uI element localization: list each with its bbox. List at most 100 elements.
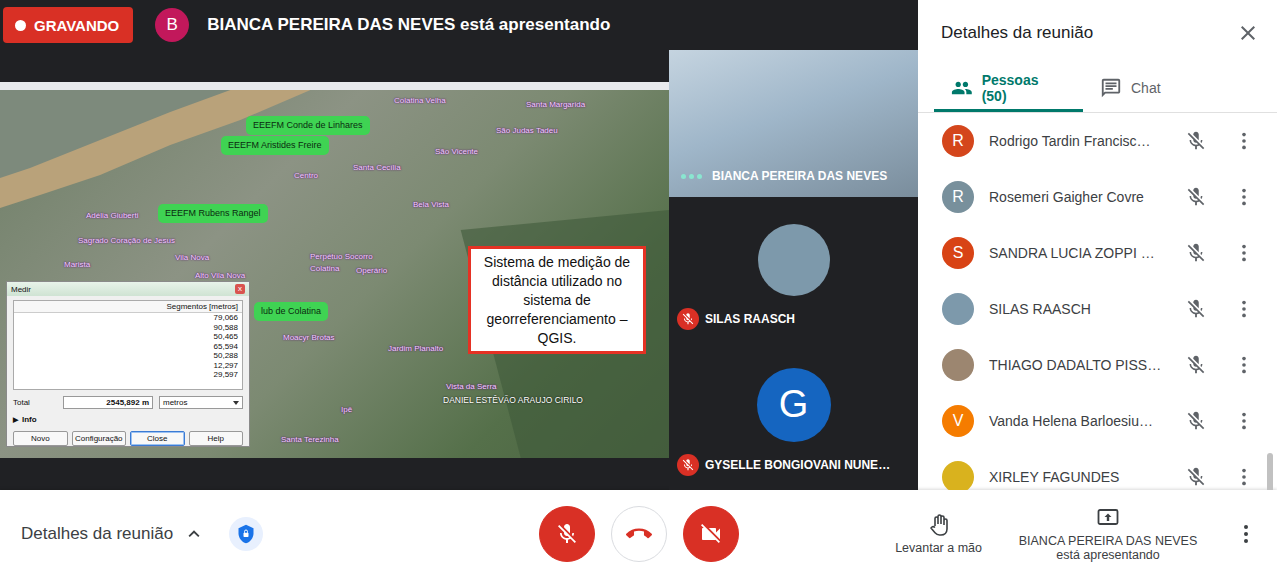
info-label: Info [22,415,37,424]
unit-select[interactable]: metros [159,396,243,409]
map-label: Colatina [310,264,339,274]
tile-label: SILAS RAASCH [677,308,914,330]
recording-label: GRAVANDO [34,17,119,34]
security-button[interactable] [229,517,263,551]
more-icon[interactable] [1233,242,1255,264]
recording-badge: GRAVANDO [3,7,133,43]
info-expander[interactable]: ▶ Info [13,415,243,424]
meeting-details-button[interactable]: Detalhes da reunião [21,523,205,545]
dialog-button[interactable]: Help [189,431,244,446]
more-icon[interactable] [1233,298,1255,320]
dialog-button[interactable]: Configuração [72,431,127,446]
person-row[interactable]: THIAGO DADALTO PISS… [918,337,1277,393]
map-label: EEEFM Rubens Rangel [158,204,268,223]
expander-icon: ▶ [13,415,18,424]
bottom-left: Detalhes da reunião [0,517,539,551]
map-label: Alto Vila Nova [195,271,245,281]
map-label: lub de Colatina [254,302,328,321]
mic-off-icon[interactable] [1185,298,1207,320]
map-label: Santa Terezinha [281,435,339,445]
mic-off-icon[interactable] [1185,130,1207,152]
mic-off-icon [677,454,699,476]
hand-icon [927,513,951,537]
map-label: Sagrado Coração de Jesus [78,236,175,246]
person-avatar: V [942,405,974,437]
phone-hang-up-icon [626,521,652,547]
person-name: Rosemeri Gaigher Covre [989,189,1179,205]
participant-tile[interactable]: BIANCA PEREIRA DAS NEVES [669,50,918,197]
more-icon[interactable] [1233,410,1255,432]
speaking-icon [677,174,706,179]
presenter-banner: BIANCA PEREIRA DAS NEVES está apresentan… [207,15,610,35]
dialog-button[interactable]: Close [130,431,185,446]
top-bar: GRAVANDO B BIANCA PEREIRA DAS NEVES está… [0,0,918,50]
mic-off-icon[interactable] [1185,410,1207,432]
person-row[interactable]: V Vanda Helena Barloesiu… [918,393,1277,449]
scrollbar[interactable] [1267,113,1275,490]
participant-photo [758,224,830,296]
map: Colatina VelhaSanta MargaridaSão Judas T… [0,90,669,458]
presenter-avatar: B [155,8,189,42]
map-label: DANIEL ESTÊVÃO ARAUJO CIRILO [443,395,583,405]
segment-value: 50,465 [14,332,242,342]
mic-off-icon[interactable] [1185,354,1207,376]
person-name: Rodrigo Tardin Francisc… [989,133,1179,149]
mic-off-icon[interactable] [1185,466,1207,488]
person-row[interactable]: SILAS RAASCH [918,281,1277,337]
hill-area [461,210,669,458]
person-avatar: S [942,237,974,269]
map-label: Centro [294,171,318,181]
participant-avatar: G [757,368,831,442]
participant-tiles: BIANCA PEREIRA DAS NEVES SILAS RAASCH G G… [669,50,918,490]
microphone-button[interactable] [539,506,595,562]
camera-button[interactable] [683,506,739,562]
map-label: Operário [356,266,387,276]
person-row[interactable]: S SANDRA LUCIA ZOPPI … [918,225,1277,281]
raise-hand-button[interactable]: Levantar a mão [887,513,990,555]
segment-value: 50,288 [14,351,242,361]
participant-tile[interactable]: G GYSELLE BONGIOVANI NUNE… [669,344,918,491]
more-icon[interactable] [1233,130,1255,152]
river-water [0,90,230,178]
mic-off-icon[interactable] [1185,186,1207,208]
person-row[interactable]: XIRLEY FAGUNDES [918,449,1277,490]
meeting-details-label: Detalhes da reunião [21,524,173,544]
tile-label: BIANCA PEREIRA DAS NEVES [677,169,914,183]
tile-label: GYSELLE BONGIOVANI NUNE… [677,454,914,476]
total-field[interactable]: 2545,892 m [63,396,153,409]
call-controls [539,506,739,562]
person-row[interactable]: R Rosemeri Gaigher Covre [918,169,1277,225]
more-icon[interactable] [1233,354,1255,376]
participant-name: SILAS RAASCH [705,312,795,326]
panel-title: Detalhes da reunião [941,23,1093,43]
person-photo [942,293,974,325]
participant-tile[interactable]: SILAS RAASCH [669,197,918,344]
mic-off-icon[interactable] [1185,242,1207,264]
dialog-close[interactable]: x [235,284,245,294]
hang-up-button[interactable] [611,506,667,562]
person-name: SANDRA LUCIA ZOPPI … [989,245,1179,261]
participant-name: BIANCA PEREIRA DAS NEVES [712,169,887,183]
person-row[interactable]: R Rodrigo Tardin Francisc… [918,113,1277,169]
presenting-button[interactable]: BIANCA PEREIRA DAS NEVES está apresentan… [1000,506,1216,562]
person-name: Vanda Helena Barloesiu… [989,413,1179,429]
more-icon[interactable] [1233,466,1255,488]
measure-dialog: Medir x Segmentos [metros] 79,06690,5885… [6,281,250,447]
participant-name: GYSELLE BONGIOVANI NUNE… [705,458,890,472]
person-name: XIRLEY FAGUNDES [989,469,1179,485]
scroll-thumb[interactable] [1267,453,1273,490]
meet-window: GRAVANDO B BIANCA PEREIRA DAS NEVES está… [0,0,1277,577]
more-icon[interactable] [1234,522,1258,546]
panel-tab[interactable]: Pessoas (50) [934,66,1083,112]
bottom-bar: Detalhes da reunião Levantar a mão BIANC… [0,490,1277,577]
dialog-buttons: Novo ConfiguraçãoClose Help [13,431,243,446]
segment-value: 90,588 [14,323,242,333]
tab-label: Pessoas (50) [982,72,1066,104]
map-label: Santa Margarida [526,100,585,110]
close-icon[interactable] [1236,21,1260,45]
shield-lock-icon [236,524,256,544]
more-icon[interactable] [1233,186,1255,208]
dialog-button[interactable]: Novo [13,431,68,446]
panel-tab[interactable]: Chat [1083,66,1178,112]
tab-label: Chat [1131,80,1161,96]
